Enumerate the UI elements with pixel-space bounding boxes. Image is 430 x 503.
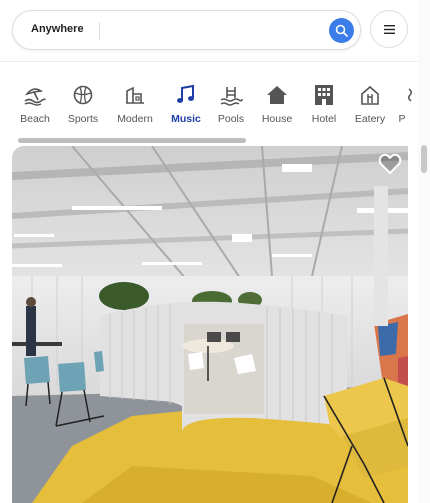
modern-building-icon — [126, 86, 144, 104]
hamburger-menu-icon — [384, 25, 395, 34]
search-divider — [99, 22, 100, 40]
category-label: P — [398, 113, 406, 125]
category-beach[interactable]: Beach — [11, 83, 59, 125]
location-field[interactable]: Anywhere — [31, 23, 84, 35]
beach-icon — [24, 88, 46, 106]
music-note-icon — [177, 84, 194, 103]
category-house[interactable]: House — [253, 83, 301, 125]
sports-ball-icon — [73, 85, 93, 105]
category-modern[interactable]: Modern — [111, 83, 159, 125]
category-label: Pools — [217, 113, 245, 125]
category-scrollbar-thumb[interactable] — [18, 138, 246, 143]
hotel-icon — [315, 85, 333, 105]
category-sports[interactable]: Sports — [59, 83, 107, 125]
page-scrollbar[interactable] — [418, 0, 430, 503]
page-scrollbar-thumb[interactable] — [421, 145, 427, 173]
house-icon — [267, 86, 287, 104]
category-label: Music — [171, 113, 201, 125]
category-hotel[interactable]: Hotel — [300, 83, 348, 125]
search-icon — [335, 24, 348, 37]
category-label: Beach — [20, 113, 50, 125]
category-music[interactable]: Music — [162, 83, 210, 125]
category-label: House — [261, 113, 293, 125]
listing-photo[interactable] — [12, 146, 408, 503]
category-scrollbar[interactable] — [12, 138, 408, 143]
partial-category-icon — [407, 88, 413, 102]
category-label: Modern — [117, 113, 153, 125]
heart-icon[interactable] — [378, 153, 402, 175]
search-bar[interactable]: Anywhere — [12, 10, 361, 50]
eatery-icon — [361, 85, 379, 105]
menu-button[interactable] — [370, 10, 408, 48]
category-pools[interactable]: Pools — [207, 83, 255, 125]
search-button[interactable] — [329, 18, 354, 43]
category-bar: Beach Sports Modern Music Pools House Ho… — [0, 63, 418, 145]
app-root: Anywhere Beach Sports Modern Music Pools… — [0, 0, 430, 503]
pool-icon — [220, 87, 243, 106]
category-label: Hotel — [311, 113, 337, 125]
category-partial[interactable]: P — [382, 83, 418, 125]
listing-card[interactable] — [12, 146, 408, 503]
search-header: Anywhere — [0, 0, 418, 62]
category-label: Sports — [67, 113, 99, 125]
